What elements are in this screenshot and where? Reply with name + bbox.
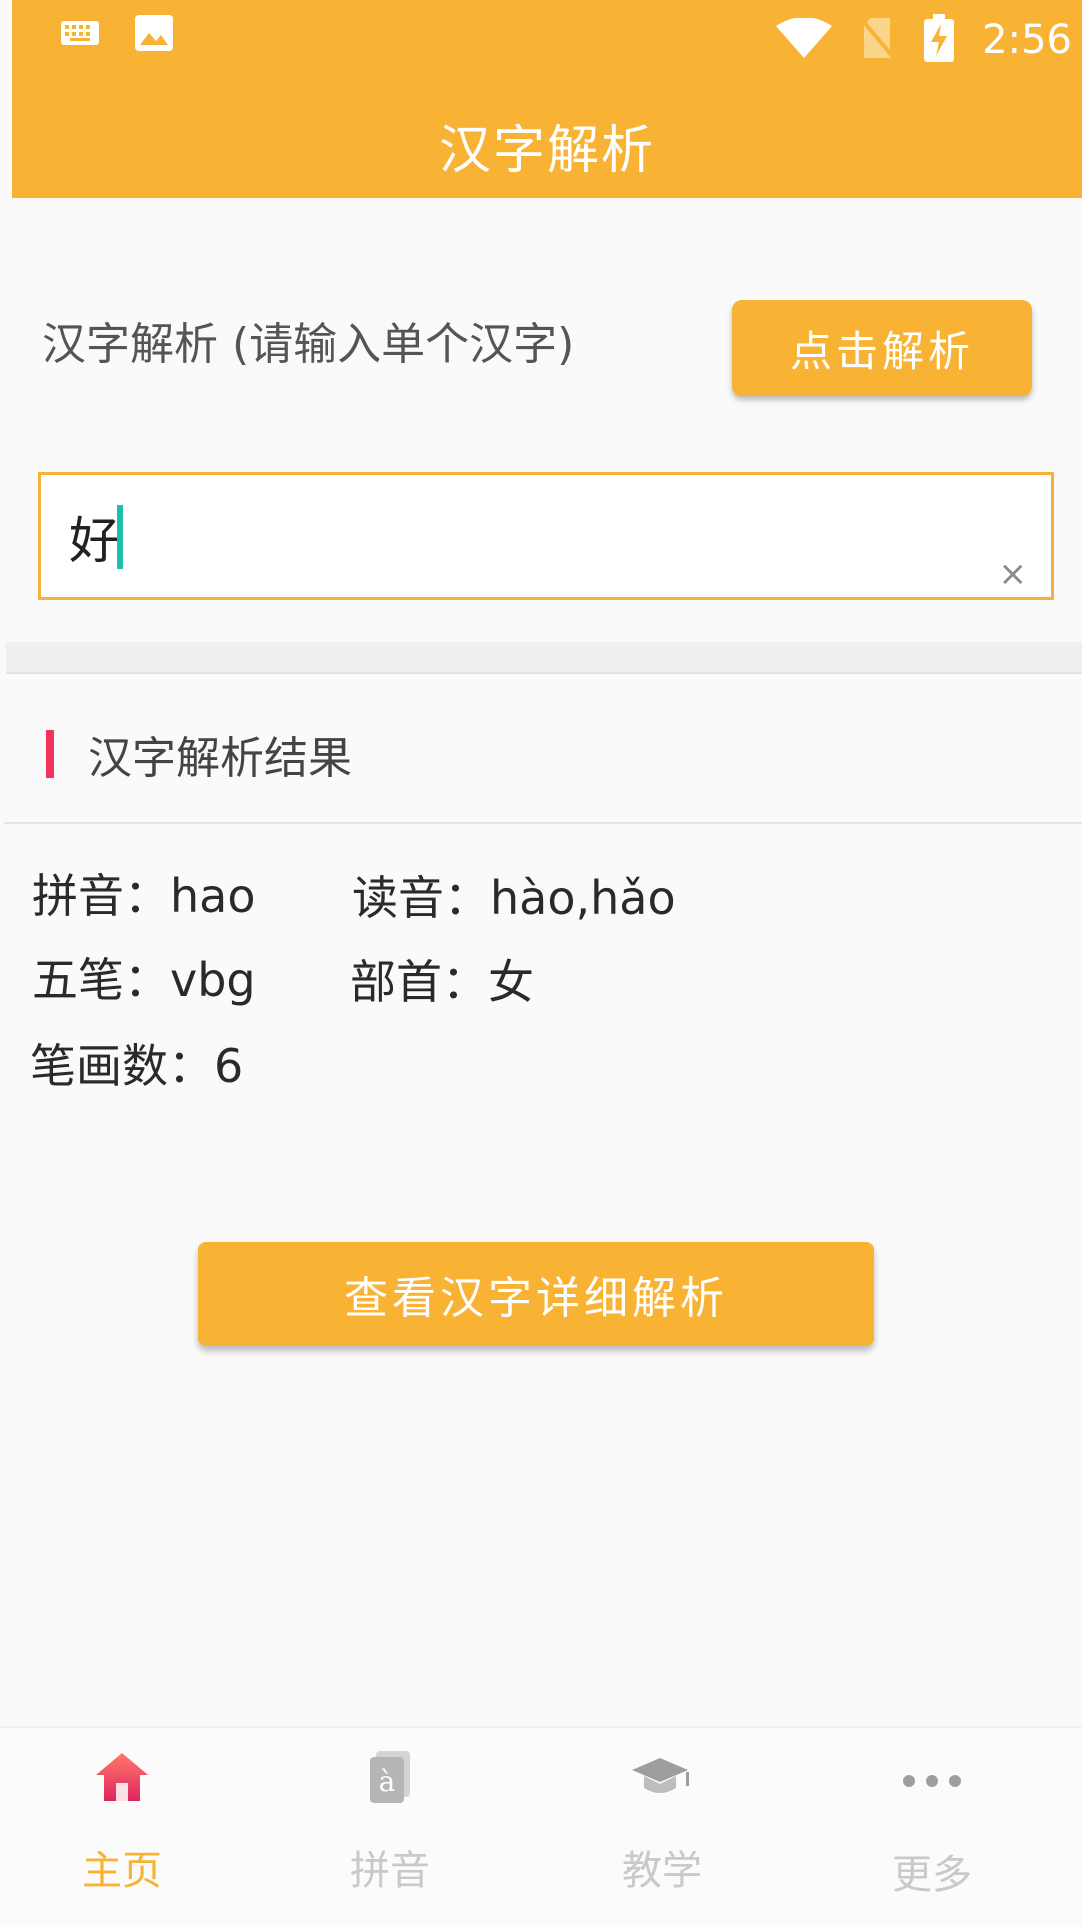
input-prompt-label: 汉字解析 (请输入单个汉字)	[42, 319, 575, 370]
parse-button[interactable]: 点击解析	[732, 300, 1032, 396]
radical-value: 女	[488, 955, 534, 1009]
status-bar-left	[60, 14, 174, 56]
radical-label: 部首：	[350, 955, 488, 1009]
app-bar: 2:56 汉字解析	[12, 0, 1082, 198]
no-sim-icon	[860, 16, 896, 64]
status-bar-right: 2:56	[776, 14, 1072, 66]
wubi-field: 五笔：vbg	[32, 944, 256, 1010]
more-dots-icon	[832, 1746, 1032, 1816]
reading-label: 读音：	[352, 871, 490, 925]
pinyin-value: hao	[170, 869, 256, 923]
result-divider	[4, 822, 1082, 824]
wifi-icon	[776, 17, 833, 62]
graduation-cap-icon	[562, 1742, 762, 1812]
nav-label-teaching: 教学	[622, 1848, 702, 1894]
wubi-value: vbg	[170, 953, 256, 1007]
keyboard-icon	[60, 20, 100, 50]
status-time: 2:56	[982, 17, 1072, 63]
clear-icon[interactable]: ×	[999, 557, 1028, 591]
input-value: 好	[69, 512, 119, 570]
home-icon	[22, 1742, 222, 1812]
strokes-label: 笔画数：	[30, 1039, 214, 1093]
radical-field: 部首：女	[350, 946, 534, 1012]
strokes-value: 6	[214, 1039, 244, 1093]
reading-value: hào,hǎo	[490, 871, 676, 925]
character-input[interactable]: 好 ×	[38, 472, 1054, 600]
section-marker	[46, 730, 54, 778]
nav-label-pinyin: 拼音	[350, 1848, 430, 1894]
nav-item-home[interactable]: 主页	[22, 1742, 222, 1896]
nav-item-more[interactable]: 更多	[832, 1746, 1032, 1900]
page-title: 汉字解析	[438, 121, 655, 181]
nav-label-home: 主页	[82, 1848, 162, 1894]
image-icon	[134, 14, 174, 56]
bottom-nav: 主页 à 拼音 教学 更多	[0, 1726, 1082, 1926]
section-divider	[6, 642, 1082, 674]
text-cursor	[117, 505, 123, 569]
nav-label-more: 更多	[892, 1852, 972, 1898]
strokes-field: 笔画数：6	[30, 1030, 243, 1096]
reading-field: 读音：hào,hǎo	[352, 862, 676, 928]
result-section-header: 汉字解析结果	[46, 722, 352, 786]
svg-text:à: à	[379, 1765, 396, 1798]
nav-item-pinyin[interactable]: à 拼音	[290, 1742, 490, 1896]
pinyin-label: 拼音：	[32, 869, 170, 923]
result-section-title: 汉字解析结果	[88, 733, 352, 784]
wubi-label: 五笔：	[32, 953, 170, 1007]
pinyin-card-icon: à	[290, 1742, 490, 1812]
battery-charging-icon	[924, 14, 955, 66]
view-detail-button[interactable]: 查看汉字详细解析	[198, 1242, 874, 1346]
nav-item-teaching[interactable]: 教学	[562, 1742, 762, 1896]
pinyin-field: 拼音：hao	[32, 860, 256, 926]
